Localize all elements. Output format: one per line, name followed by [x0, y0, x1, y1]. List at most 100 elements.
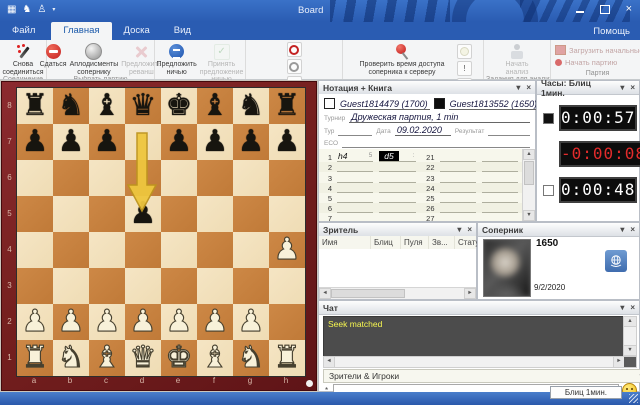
quick-access-dropdown-icon[interactable]: ▾: [52, 3, 55, 17]
white-piece[interactable]: ♟: [269, 232, 305, 268]
square-f7[interactable]: ♟: [197, 124, 233, 160]
square-a1[interactable]: ♜: [17, 340, 53, 376]
game-mode-button[interactable]: Блиц 1мин.: [550, 386, 622, 399]
black-piece[interactable]: ♞: [53, 88, 89, 124]
date-value[interactable]: 09.02.2020: [395, 125, 451, 136]
square-a3[interactable]: [17, 268, 53, 304]
chat-close-icon[interactable]: ×: [630, 304, 635, 312]
black-piece[interactable]: ♟: [17, 124, 53, 160]
black-player-name[interactable]: Guest1813552 (1650): [449, 99, 540, 110]
hscrollbar-thumb[interactable]: [331, 289, 405, 298]
resize-grip[interactable]: [629, 394, 638, 403]
square-f4[interactable]: [197, 232, 233, 268]
tournament-value[interactable]: Дружеская партия, 1 min: [349, 112, 530, 123]
square-b7[interactable]: ♟: [53, 124, 89, 160]
black-piece[interactable]: ♜: [17, 88, 53, 124]
square-g5[interactable]: [233, 196, 269, 232]
square-f2[interactable]: ♟: [197, 304, 233, 340]
square-a2[interactable]: ♟: [17, 304, 53, 340]
square-e4[interactable]: [161, 232, 197, 268]
knight-quick-icon[interactable]: ♞: [22, 3, 31, 17]
black-piece[interactable]: ♝: [89, 88, 125, 124]
square-h1[interactable]: ♜: [269, 340, 305, 376]
square-h7[interactable]: ♟: [269, 124, 305, 160]
square-c1[interactable]: ♝: [89, 340, 125, 376]
chat-scroll-down-icon[interactable]: ▼: [624, 345, 636, 355]
square-e5[interactable]: [161, 196, 197, 232]
scroll-down-icon[interactable]: ▼: [523, 210, 535, 221]
square-c3[interactable]: [89, 268, 125, 304]
spectators-list[interactable]: [319, 249, 476, 288]
black-piece[interactable]: ♜: [269, 88, 305, 124]
square-g8[interactable]: ♞: [233, 88, 269, 124]
square-a8[interactable]: ♜: [17, 88, 53, 124]
audience-select[interactable]: Зрители & Игроки ▾: [323, 369, 640, 383]
eco-value[interactable]: [342, 138, 530, 148]
applaud-button[interactable]: Аплодисменты сопернику: [69, 42, 120, 76]
black-piece[interactable]: ♝: [197, 88, 233, 124]
square-a4[interactable]: [17, 232, 53, 268]
square-c5[interactable]: [89, 196, 125, 232]
tab-board[interactable]: Доска: [112, 22, 162, 40]
check-opponent-time-button[interactable]: Проверить время доступа соперника к серв…: [351, 42, 453, 76]
square-b8[interactable]: ♞: [53, 88, 89, 124]
pawn-quick-icon[interactable]: ♙: [37, 3, 46, 17]
scroll-right-icon[interactable]: ►: [464, 288, 476, 299]
move-list[interactable]: 1h45d5:21222323424525626727: [319, 149, 523, 221]
square-b3[interactable]: [53, 268, 89, 304]
black-piece[interactable]: ♟: [89, 124, 125, 160]
square-g4[interactable]: [233, 232, 269, 268]
square-h8[interactable]: ♜: [269, 88, 305, 124]
spectators-dropdown-icon[interactable]: ▾: [457, 226, 461, 234]
opponent-dropdown-icon[interactable]: ▾: [620, 226, 624, 234]
black-piece[interactable]: ♞: [233, 88, 269, 124]
square-g2[interactable]: ♟: [233, 304, 269, 340]
square-d8[interactable]: ♛: [125, 88, 161, 124]
square-b2[interactable]: ♟: [53, 304, 89, 340]
scroll-left-icon[interactable]: ◄: [319, 288, 331, 299]
white-piece[interactable]: ♟: [17, 304, 53, 340]
white-piece[interactable]: ♟: [197, 304, 233, 340]
square-g6[interactable]: [233, 160, 269, 196]
square-e7[interactable]: ♟: [161, 124, 197, 160]
square-d4[interactable]: [125, 232, 161, 268]
white-piece[interactable]: ♞: [233, 340, 269, 376]
square-b1[interactable]: ♞: [53, 340, 89, 376]
white-piece[interactable]: ♝: [89, 340, 125, 376]
square-a6[interactable]: [17, 160, 53, 196]
black-piece[interactable]: ♟: [125, 196, 161, 232]
result-value[interactable]: [488, 126, 530, 136]
clocks-close-icon[interactable]: ×: [630, 84, 635, 92]
chat-scroll-up-icon[interactable]: ▲: [624, 317, 636, 327]
square-h6[interactable]: [269, 160, 305, 196]
square-d3[interactable]: [125, 268, 161, 304]
square-f8[interactable]: ♝: [197, 88, 233, 124]
column-header[interactable]: Имя: [319, 236, 371, 249]
square-c6[interactable]: [89, 160, 125, 196]
spectators-hscrollbar[interactable]: ◄ ►: [319, 287, 476, 299]
column-header[interactable]: Пуля: [401, 236, 429, 249]
square-h4[interactable]: ♟: [269, 232, 305, 268]
close-button[interactable]: ×: [626, 4, 632, 15]
square-d7[interactable]: [125, 124, 161, 160]
spectators-close-icon[interactable]: ×: [467, 226, 472, 234]
white-piece[interactable]: ♚: [161, 340, 197, 376]
column-header[interactable]: Зв...: [429, 236, 455, 249]
white-piece[interactable]: ♝: [197, 340, 233, 376]
round-value[interactable]: [338, 126, 372, 136]
white-piece[interactable]: ♟: [161, 304, 197, 340]
black-piece[interactable]: ♟: [197, 124, 233, 160]
chess-board[interactable]: ♜♞♝♛♚♝♞♜♟♟♟♟♟♟♟♟♟♟♟♟♟♟♟♟♜♞♝♛♚♝♞♜: [16, 87, 306, 377]
square-c4[interactable]: [89, 232, 125, 268]
clocks-dropdown-icon[interactable]: ▾: [620, 84, 624, 92]
chat-dropdown-icon[interactable]: ▾: [620, 304, 624, 312]
square-h3[interactable]: [269, 268, 305, 304]
square-e3[interactable]: [161, 268, 197, 304]
notation-dropdown-icon[interactable]: ▾: [516, 84, 520, 92]
square-g7[interactable]: ♟: [233, 124, 269, 160]
selected-move[interactable]: d5: [379, 151, 398, 161]
black-piece[interactable]: ♚: [161, 88, 197, 124]
black-piece[interactable]: ♟: [53, 124, 89, 160]
chat-hscrollbar[interactable]: ◄ ►: [323, 356, 637, 368]
white-piece[interactable]: ♛: [125, 340, 161, 376]
